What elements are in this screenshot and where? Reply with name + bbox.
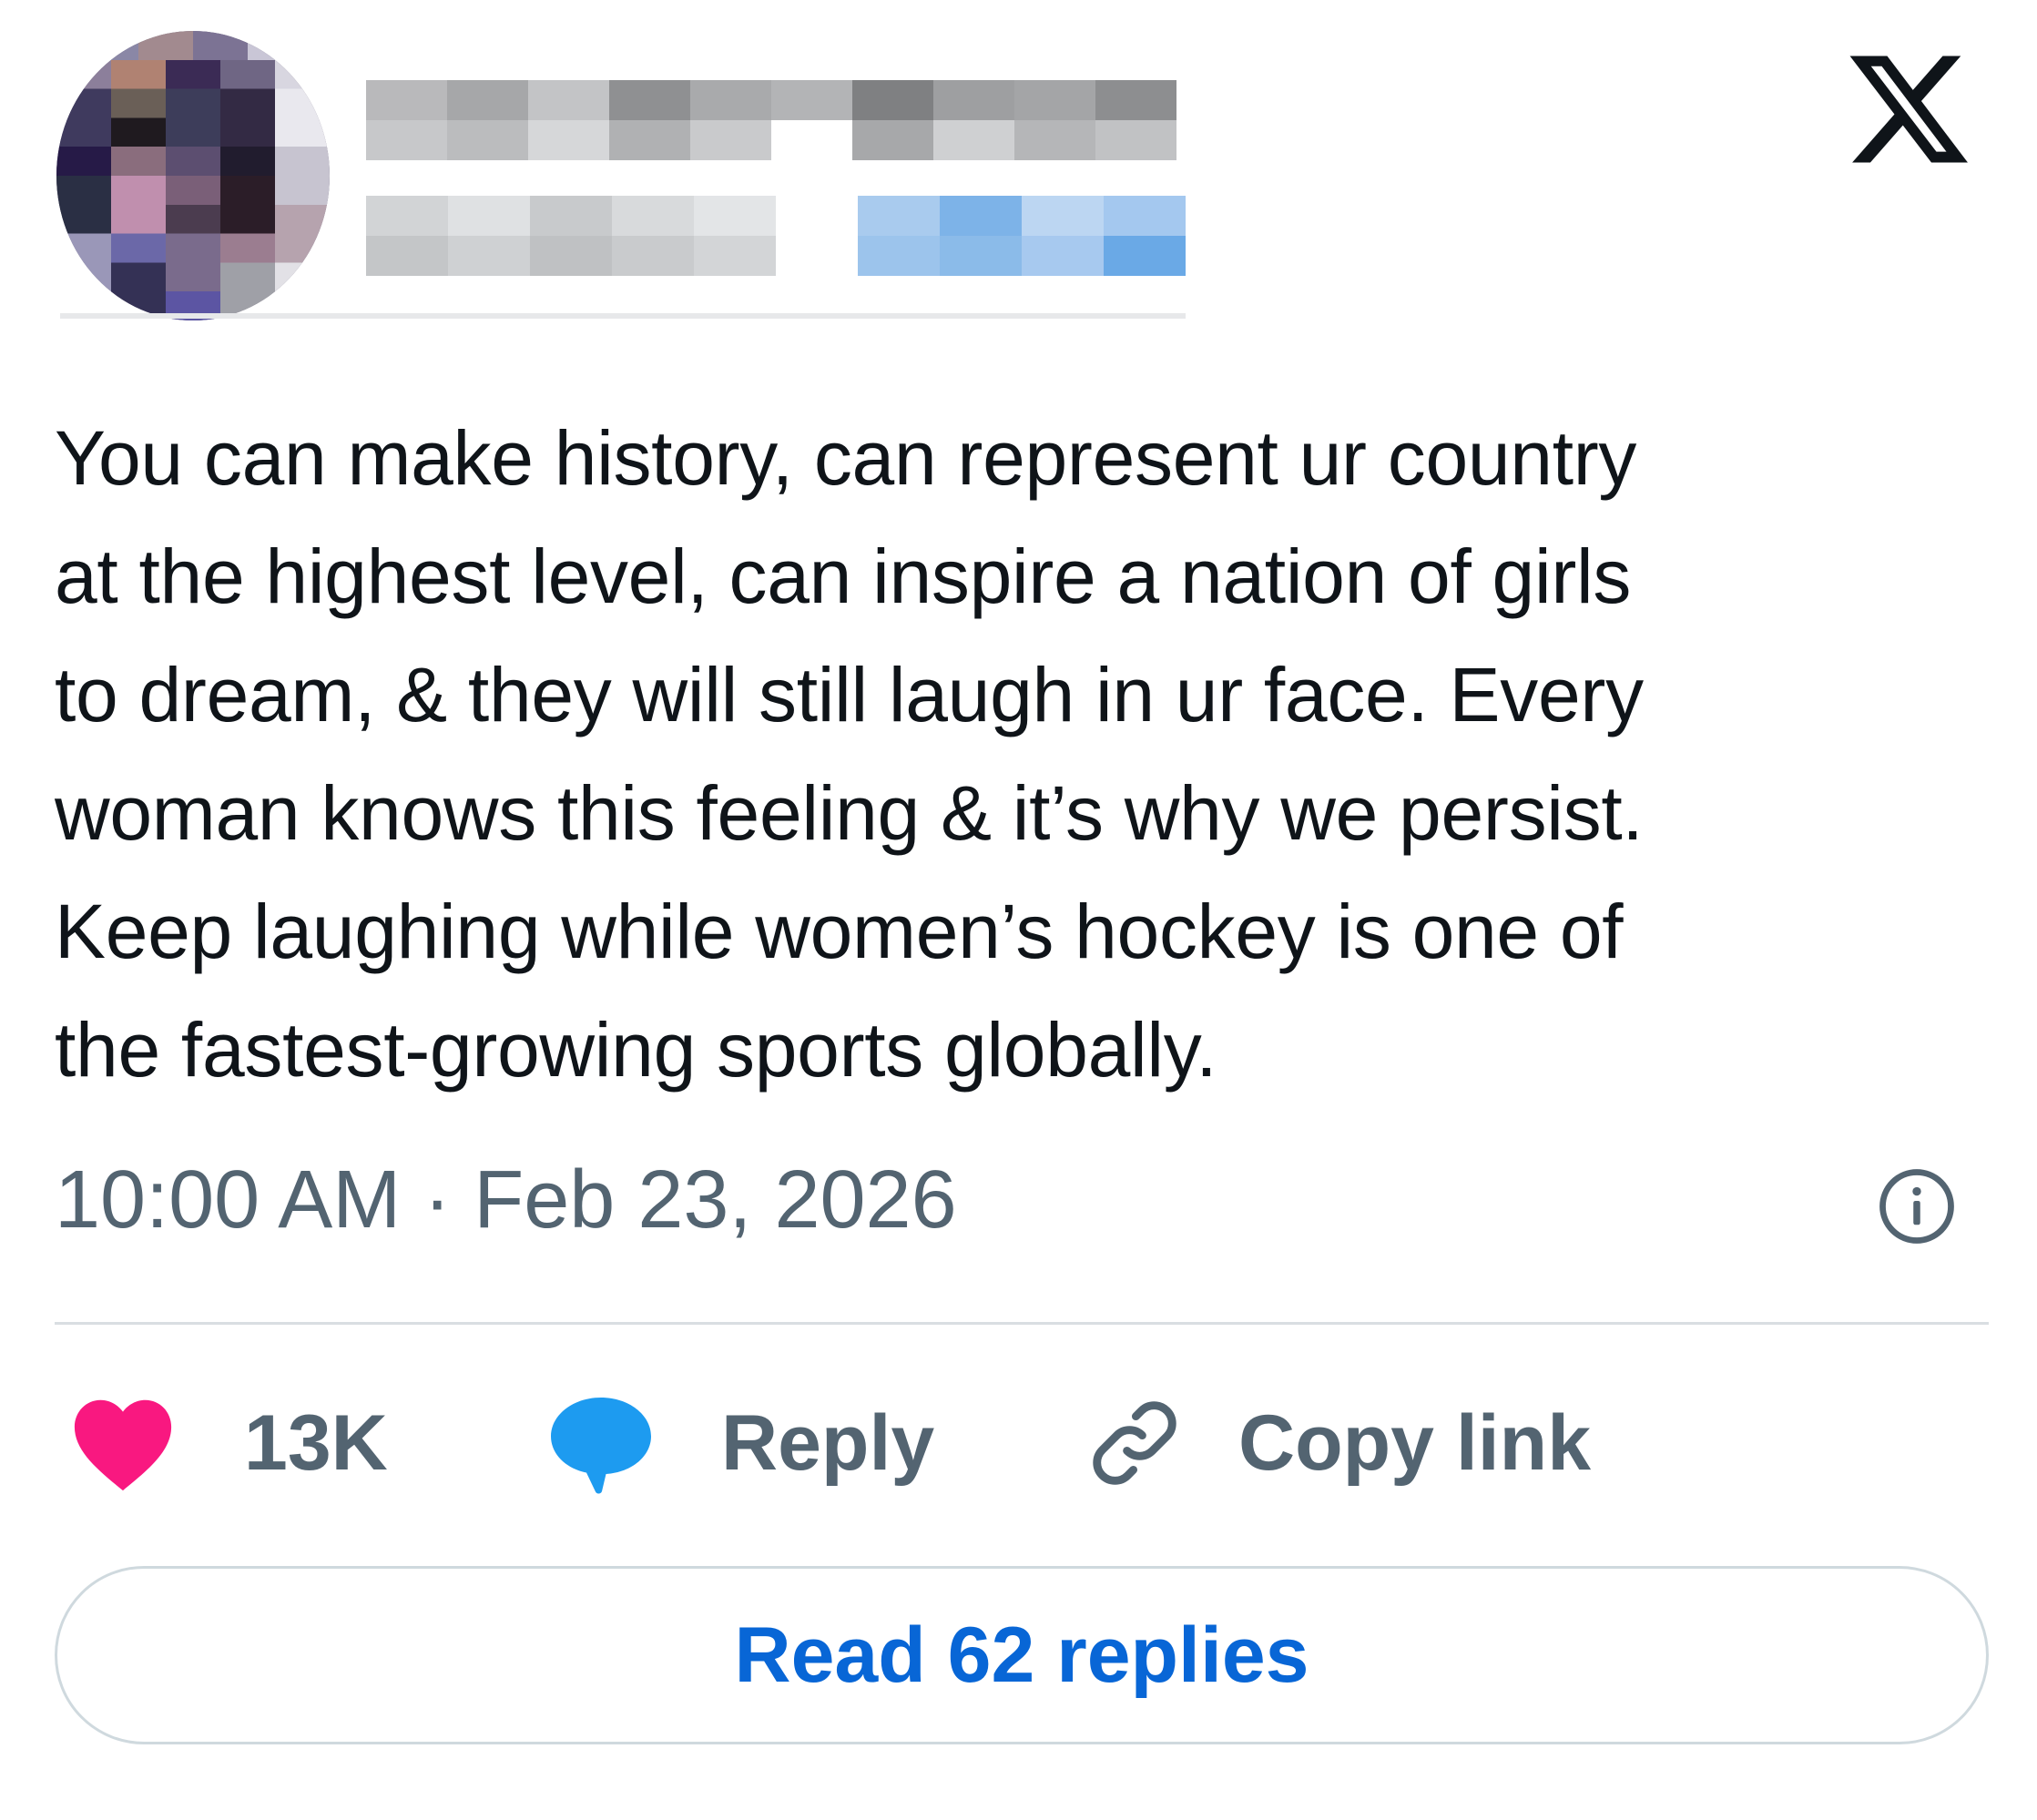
post-timestamp[interactable]: 10:00 AM · Feb 23, 2026	[55, 1154, 957, 1246]
like-count: 13K	[244, 1399, 388, 1487]
info-icon[interactable]	[1876, 1165, 1958, 1247]
read-replies-button[interactable]: Read 62 replies	[55, 1566, 1989, 1744]
x-logo-icon[interactable]	[1841, 44, 1976, 175]
embedded-post-card: You can make history, can represent ur c…	[0, 0, 2037, 1820]
author-avatar[interactable]	[56, 31, 330, 320]
author-name-redacted[interactable]	[366, 80, 1176, 160]
author-handle-redacted[interactable]	[366, 196, 1186, 276]
divider	[55, 1322, 1989, 1325]
read-replies-label: Read 62 replies	[734, 1611, 1309, 1699]
reply-label: Reply	[721, 1399, 935, 1487]
like-button[interactable]: 13K	[69, 1384, 388, 1502]
post-actions: 13K Reply Copy link	[0, 1384, 2037, 1502]
heart-icon	[74, 1399, 172, 1491]
header-underline	[60, 313, 1186, 319]
post-text: You can make history, can represent ur c…	[55, 415, 1644, 1093]
link-icon	[1093, 1401, 1176, 1485]
reply-button[interactable]: Reply	[546, 1384, 934, 1502]
copy-link-button[interactable]: Copy link	[1084, 1384, 1591, 1502]
speech-bubble-icon	[551, 1398, 651, 1494]
copy-link-label: Copy link	[1238, 1399, 1592, 1487]
